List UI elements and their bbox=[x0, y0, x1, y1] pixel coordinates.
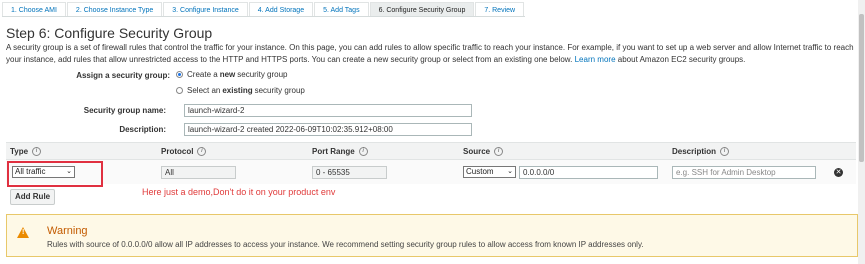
source-select-value: Custom bbox=[466, 167, 494, 176]
vertical-scrollbar[interactable] bbox=[858, 0, 865, 264]
chevron-down-icon: ⌄ bbox=[507, 168, 513, 175]
radio-select-existing-post: security group bbox=[254, 86, 305, 95]
annotation-note: Here just a demo,Don't do it on your pro… bbox=[142, 187, 336, 197]
col-type: Type i bbox=[10, 147, 42, 156]
warning-text: Rules with source of 0.0.0.0/0 allow all… bbox=[47, 240, 644, 249]
tab-choose-ami[interactable]: 1. Choose AMI bbox=[2, 2, 66, 16]
intro-text: A security group is a set of firewall ru… bbox=[6, 42, 858, 65]
radio-create-new-post: security group bbox=[237, 70, 288, 79]
radio-select-existing[interactable]: Select an existing security group bbox=[176, 86, 305, 95]
sg-name-input[interactable]: launch-wizard-2 bbox=[184, 104, 472, 117]
tab-add-storage[interactable]: 4. Add Storage bbox=[248, 2, 314, 16]
table-row: All traffic ⌄ All 0 - 65535 Custom ⌄ 0.0… bbox=[6, 160, 856, 184]
tab-add-tags[interactable]: 5. Add Tags bbox=[314, 2, 369, 16]
intro-suffix: about Amazon EC2 security groups. bbox=[617, 54, 746, 64]
page-title: Step 6: Configure Security Group bbox=[6, 25, 213, 41]
close-circle-icon[interactable]: ✕ bbox=[834, 168, 843, 177]
radio-select-existing-bold: existing bbox=[222, 86, 253, 95]
info-icon[interactable]: i bbox=[494, 147, 504, 156]
assign-sg-label: Assign a security group: bbox=[76, 71, 170, 80]
info-icon[interactable]: i bbox=[720, 147, 730, 156]
radio-create-new-button[interactable] bbox=[176, 71, 183, 78]
rules-table-header: Type i Protocol i Port Range i Source i … bbox=[6, 143, 856, 160]
tab-choose-instance-type[interactable]: 2. Choose Instance Type bbox=[66, 2, 163, 16]
description-input[interactable]: launch-wizard-2 created 2022-06-09T10:02… bbox=[184, 123, 472, 136]
description-label: Description: bbox=[119, 125, 166, 134]
add-rule-button[interactable]: Add Rule bbox=[10, 189, 56, 205]
col-protocol-label: Protocol bbox=[161, 147, 194, 156]
learn-more-link[interactable]: Learn more bbox=[575, 55, 616, 64]
tab-configure-instance[interactable]: 3. Configure Instance bbox=[163, 2, 248, 16]
radio-create-new-pre: Create a bbox=[187, 70, 218, 79]
col-description: Description i bbox=[672, 147, 730, 156]
annotation-highlight-box bbox=[7, 161, 103, 187]
rules-table: Type i Protocol i Port Range i Source i … bbox=[6, 142, 856, 184]
tab-review[interactable]: 7. Review bbox=[475, 2, 525, 16]
col-source: Source i bbox=[463, 147, 504, 156]
info-icon[interactable]: i bbox=[358, 147, 368, 156]
scrollbar-thumb[interactable] bbox=[859, 14, 864, 162]
col-port-range-label: Port Range bbox=[312, 147, 355, 156]
info-icon[interactable]: i bbox=[197, 147, 207, 156]
sg-name-label: Security group name: bbox=[83, 106, 166, 115]
warning-box: ! Warning Rules with source of 0.0.0.0/0… bbox=[6, 214, 858, 257]
col-port-range: Port Range i bbox=[312, 147, 368, 156]
radio-select-existing-pre: Select an bbox=[187, 86, 221, 95]
wizard-tabs: 1. Choose AMI 2. Choose Instance Type 3.… bbox=[2, 2, 526, 17]
col-source-label: Source bbox=[463, 147, 491, 156]
col-type-label: Type bbox=[10, 147, 29, 156]
radio-create-new[interactable]: Create a new security group bbox=[176, 70, 288, 79]
col-description-label: Description bbox=[672, 147, 717, 156]
info-icon[interactable]: i bbox=[32, 147, 42, 156]
radio-select-existing-button[interactable] bbox=[176, 87, 183, 94]
rule-description-input[interactable]: e.g. SSH for Admin Desktop bbox=[672, 166, 816, 179]
warning-exclamation: ! bbox=[22, 229, 25, 236]
port-range-field: 0 - 65535 bbox=[312, 166, 387, 179]
col-protocol: Protocol i bbox=[161, 147, 207, 156]
protocol-field: All bbox=[161, 166, 236, 179]
warning-title: Warning bbox=[47, 225, 88, 237]
tab-configure-security-group[interactable]: 6. Configure Security Group bbox=[369, 2, 475, 16]
source-select[interactable]: Custom ⌄ bbox=[463, 166, 516, 178]
source-cidr-input[interactable]: 0.0.0.0/0 bbox=[519, 166, 658, 179]
radio-create-new-bold: new bbox=[219, 70, 236, 79]
